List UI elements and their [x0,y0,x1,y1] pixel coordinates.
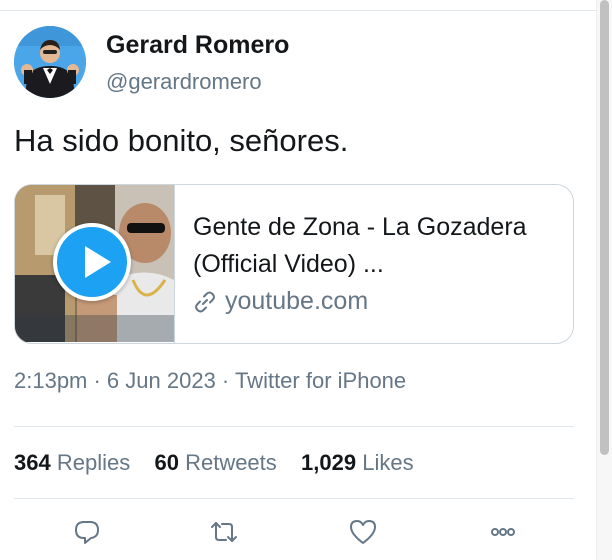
tweet-timestamp[interactable]: 2:13pm · 6 Jun 2023 · Twitter for iPhone [14,368,406,394]
link-card[interactable]: Gente de Zona - La Gozadera (Official Vi… [14,184,574,344]
retweet-icon [211,522,237,542]
likes-count[interactable]: 1,029 [301,450,356,475]
tweet-actions [0,514,596,554]
reply-button[interactable] [69,514,105,550]
card-domain-text: youtube.com [225,287,369,315]
retweets-label[interactable]: Retweets [185,450,277,475]
author-handle[interactable]: @gerardromero [106,69,262,95]
author-name[interactable]: Gerard Romero [106,31,289,60]
avatar[interactable] [14,26,86,98]
scrollbar[interactable] [596,0,612,560]
retweet-button[interactable] [206,514,242,550]
more-icon [491,528,515,536]
reply-icon [75,521,99,544]
play-icon [85,246,111,278]
replies-count[interactable]: 364 [14,450,51,475]
replies-label[interactable]: Replies [57,450,130,475]
more-button[interactable] [485,514,521,550]
tweet: Gerard Romero @gerardromero Ha sido boni… [0,0,596,560]
tweet-stats: 364 Replies 60 Retweets 1,029 Likes [14,450,414,476]
card-title[interactable]: Gente de Zona - La Gozadera (Official Vi… [193,209,563,283]
card-divider [174,185,175,343]
like-icon [350,520,376,544]
divider [14,498,574,499]
tweet-text: Ha sido bonito, señores. [14,123,349,158]
link-icon [195,291,215,312]
likes-label[interactable]: Likes [362,450,413,475]
like-button[interactable] [345,514,381,550]
play-button[interactable] [53,223,131,301]
scrollbar-thumb[interactable] [600,0,609,455]
retweets-count[interactable]: 60 [154,450,178,475]
divider [14,426,574,427]
video-thumbnail[interactable] [15,185,174,342]
card-domain[interactable]: youtube.com [193,287,368,316]
avatar-image [14,26,86,98]
